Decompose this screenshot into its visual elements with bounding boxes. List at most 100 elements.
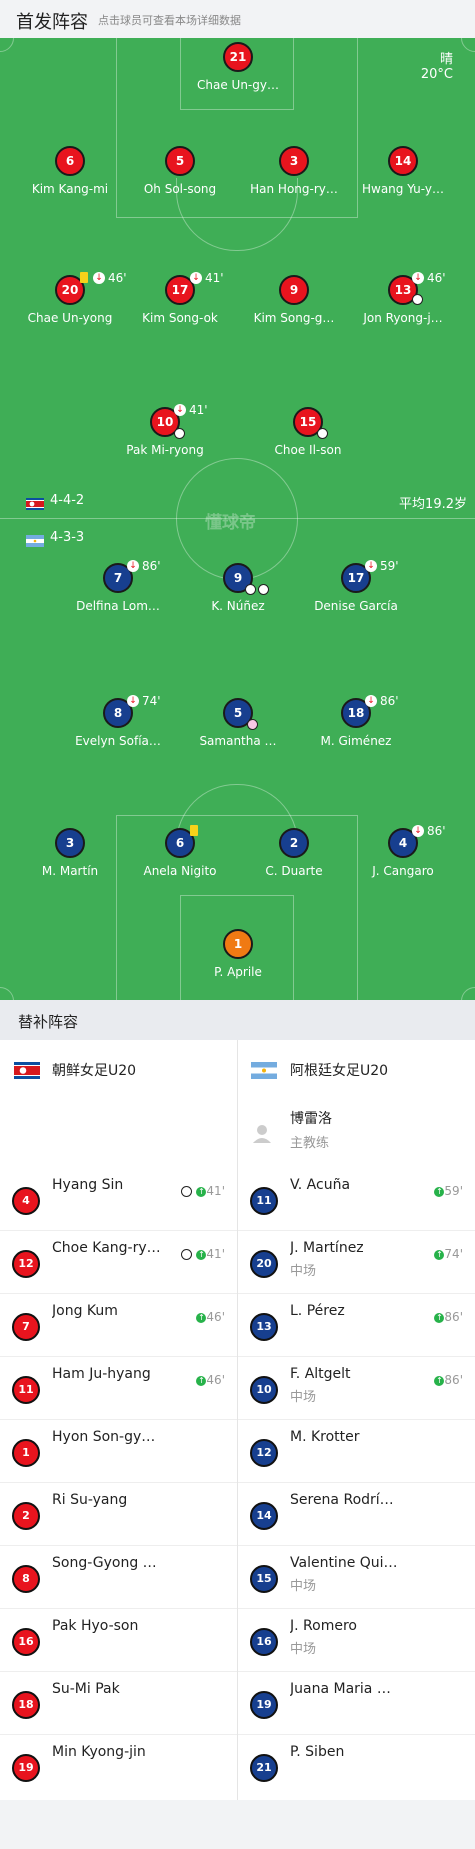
event-minute: 74' [142,694,161,708]
sub-event: ↑ 59' [434,1184,463,1198]
shirt-number: 14 [250,1502,278,1530]
sub-row[interactable]: 18 Su-Mi Pak [0,1671,237,1735]
shirt-number: 13 [250,1313,278,1341]
shirt-number: 18 [12,1691,40,1719]
player-name: Anela Nigito [143,864,217,878]
shirt-number: 8 [12,1565,40,1593]
shirt-number: 19 [250,1691,278,1719]
sub-row[interactable]: 2 Ri Su-yang [0,1482,237,1546]
sub-row[interactable]: 21 P. Siben [238,1734,475,1797]
sub-row[interactable]: 1 Hyon Son-gy… [0,1419,237,1483]
lineup-title: 首发阵容 [16,12,88,33]
sub-row[interactable]: 12 Choe Kang-ry… ↑ 41' [0,1230,237,1294]
shirt-number: 11 [12,1376,40,1404]
goal-ball-icon [181,1249,193,1260]
shirt-number: 21 [223,42,253,72]
player-card[interactable]: 3 M. Martín [10,828,130,878]
goal-ball-icon [412,294,423,305]
player-name: Valentine Qui… [290,1555,398,1571]
sub-row[interactable]: 13 L. Pérez ↑ 86' [238,1293,475,1357]
player-name: Juana Maria … [290,1681,391,1697]
yellow-card-icon [80,272,88,283]
player-name: Chae Un-gy… [197,78,279,92]
sub-event: ↑ 41' [181,1184,225,1198]
sub-row[interactable]: 19 Min Kyong-jin [0,1734,237,1797]
sub-row[interactable]: 10 F. Altgelt 中场 ↑ 86' [238,1356,475,1420]
player-card[interactable]: 15 Choe Il-son [248,407,368,457]
player-name: Pak Hyo-son [52,1618,139,1634]
shirt-number: 3 [279,146,309,176]
shirt-number: 11 [250,1187,278,1215]
sub-row[interactable]: 15 Valentine Qui… 中场 [238,1545,475,1609]
subs-header: 替补阵容 [0,1000,475,1040]
sub-row[interactable]: 11 Ham Ju-hyang ↑ 46' [0,1356,237,1420]
corner-arc [0,38,14,52]
player-name: V. Acuña [290,1177,351,1193]
watermark-logo: 懂球帝 [205,513,256,533]
away-team-name: 阿根廷女足U20 [290,1063,389,1079]
player-name: Samantha … [199,734,277,748]
sub-in-icon: ↑ [434,1249,445,1260]
player-name: Kim Song-g… [253,311,335,325]
goal-ball-icon [174,428,185,439]
sub-out-icon: ↓ [174,404,186,416]
player-card[interactable]: 9 Kim Song-g… [234,275,354,325]
sub-row[interactable]: 16 Pak Hyo-son [0,1608,237,1672]
sub-row[interactable]: 4 Hyang Sin ↑ 41' [0,1167,237,1231]
sub-row[interactable]: 14 Serena Rodrí… [238,1482,475,1546]
corner-arc [461,987,475,1000]
player-card[interactable]: 6 Kim Kang-mi [10,146,130,196]
sub-event: ↑ 46' [196,1373,225,1387]
north-korea-flag-icon [26,495,44,510]
goal-ball-icon [258,584,269,595]
argentina-flag-icon [26,532,44,547]
sub-row[interactable]: 11 V. Acuña ↑ 59' [238,1167,475,1231]
player-card[interactable]: 14 Hwang Yu-y… [343,146,463,196]
sub-out-icon: ↓ [127,695,139,707]
shirt-number: 19 [12,1754,40,1782]
goal-ball-icon [181,1186,193,1197]
sub-row[interactable]: 12 M. Krotter [238,1419,475,1483]
sub-row[interactable]: 20 J. Martínez 中场 ↑ 74' [238,1230,475,1294]
player-name: J. Cangaro [372,864,434,878]
player-card[interactable]: 3 Han Hong-ry… [234,146,354,196]
player-name: Ham Ju-hyang [52,1366,151,1382]
player-name: Hyon Son-gy… [52,1429,156,1445]
event-minute: 86' [380,694,399,708]
player-name: M. Krotter [290,1429,360,1445]
sub-out-icon: ↓ [412,272,424,284]
player-card[interactable]: 9 K. Núñez [178,563,298,613]
player-name: K. Núñez [211,599,265,613]
weather-condition: 晴 [439,52,453,67]
event-minute: 86' [427,824,446,838]
shirt-number: 5 [165,146,195,176]
sub-row[interactable]: 16 J. Romero 中场 [238,1608,475,1672]
player-card[interactable]: 1 P. Aprile [178,929,298,979]
sub-row[interactable]: 19 Juana Maria … [238,1671,475,1735]
player-card[interactable]: 2 C. Duarte [234,828,354,878]
player-name: Jong Kum [52,1303,118,1319]
player-name: F. Altgelt [290,1366,351,1382]
player-card[interactable]: 6 Anela Nigito [120,828,240,878]
subs-title: 替补阵容 [18,1013,79,1031]
player-name: M. Giménez [320,734,392,748]
player-card[interactable]: 5 Samantha … [178,698,298,748]
player-name: Evelyn Sofía… [75,734,161,748]
player-name: L. Pérez [290,1303,345,1319]
player-name: P. Aprile [214,965,262,979]
player-name: Denise García [314,599,398,613]
shirt-number: 15 [250,1565,278,1593]
sub-row[interactable]: 8 Song-Gyong … [0,1545,237,1609]
coach-name: 博雷洛 [290,1111,332,1127]
home-team-name: 朝鲜女足U20 [52,1063,137,1079]
sub-row[interactable]: 7 Jong Kum ↑ 46' [0,1293,237,1357]
player-card[interactable]: 5 Oh Sol-song [120,146,240,196]
player-name: C. Duarte [265,864,323,878]
sub-out-icon: ↓ [190,272,202,284]
argentina-flag-icon [251,1062,277,1079]
player-card[interactable]: 21 Chae Un-gy… [178,42,298,92]
event-minute: 41' [189,403,208,417]
player-name: Song-Gyong … [52,1555,157,1571]
lineup-header: 首发阵容 点击球员可查看本场详细数据 [0,0,475,38]
player-name: Chae Un-yong [27,311,113,325]
